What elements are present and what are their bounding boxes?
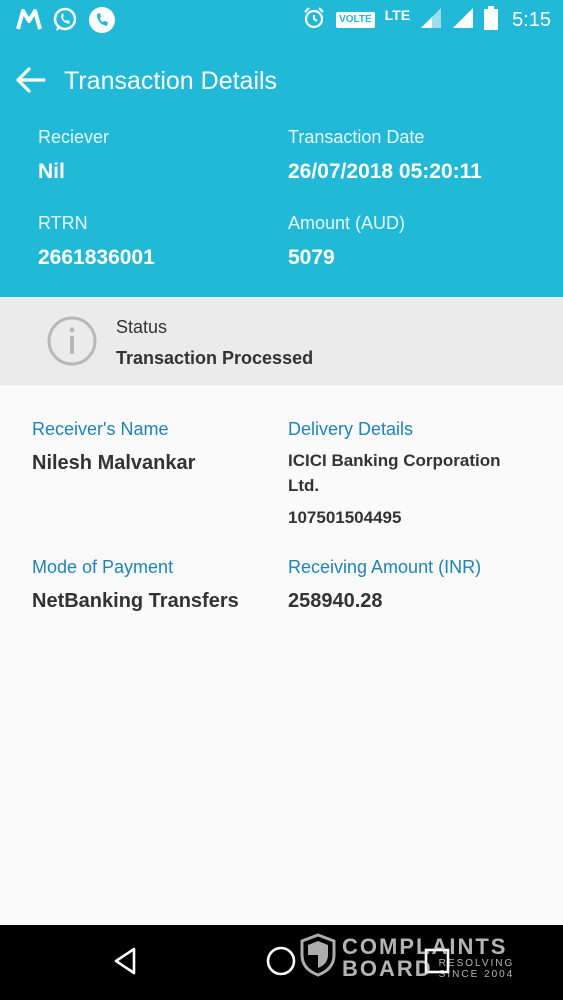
- phone-icon: [88, 6, 116, 39]
- receiver-name-label: Receiver's Name: [32, 419, 169, 439]
- lte-label: LTE: [384, 7, 411, 23]
- app-bar: Transaction Details: [0, 52, 563, 112]
- nav-home-icon: [265, 945, 297, 982]
- status-bar: VOLTE LTE 5:15: [0, 0, 563, 40]
- delivery-bank-line2: Ltd.: [288, 476, 320, 495]
- nav-back-icon: [110, 946, 140, 981]
- whatsapp-icon: [52, 7, 78, 38]
- system-icons: VOLTE LTE 5:15: [302, 5, 551, 35]
- status-panel: Status Transaction Processed: [0, 297, 563, 385]
- receiving-amount-label: Receiving Amount (INR): [288, 557, 482, 577]
- back-button[interactable]: [10, 62, 50, 102]
- volte-badge: VOLTE: [336, 12, 375, 28]
- gmail-m-icon: [16, 9, 42, 36]
- receiver-value: Nil: [38, 160, 65, 183]
- receiver-summary: Reciever Nil: [38, 127, 109, 184]
- transaction-date-value: 26/07/2018 05:20:11: [288, 160, 482, 183]
- rtrn-value: 2661836001: [38, 246, 155, 269]
- header: VOLTE LTE 5:15 Transaction Details Recie…: [0, 0, 563, 297]
- nav-back-button[interactable]: [105, 943, 145, 983]
- receiver-name-value: Nilesh Malvankar: [32, 452, 196, 474]
- info-icon: [46, 315, 98, 372]
- receiving-amount-value: 258940.28: [288, 590, 383, 612]
- clock: 5:15: [512, 8, 551, 31]
- amount-label: Amount (AUD): [288, 213, 406, 233]
- status-label: Status: [116, 317, 168, 337]
- amount-summary: Amount (AUD) 5079: [288, 213, 405, 270]
- receiver-label: Reciever: [38, 127, 110, 147]
- nav-home-button[interactable]: [261, 943, 301, 983]
- rtrn-summary: RTRN 2661836001: [38, 213, 155, 270]
- amount-value: 5079: [288, 246, 335, 269]
- watermark-tag1: RESOLVING: [438, 957, 515, 969]
- notification-icons: [16, 6, 116, 39]
- navigation-bar: COMPLAINTS BOARD RESOLVING SINCE 2004: [0, 925, 563, 1000]
- receiving-amount-field: Receiving Amount (INR) 258940.28: [288, 557, 481, 613]
- page-title: Transaction Details: [64, 67, 278, 95]
- transaction-date-summary: Transaction Date 26/07/2018 05:20:11: [288, 127, 482, 184]
- delivery-bank-line1: ICICI Banking Corporation: [288, 451, 501, 470]
- alarm-icon: [302, 6, 326, 35]
- watermark-tag2: SINCE 2004: [438, 968, 515, 980]
- signal-icon: [452, 7, 474, 34]
- delivery-details-field: Delivery Details ICICI Banking Corporati…: [288, 419, 538, 530]
- watermark-line2: BOARD: [342, 955, 433, 981]
- mode-of-payment-field: Mode of Payment NetBanking Transfers: [32, 557, 239, 613]
- watermark: COMPLAINTS BOARD RESOLVING SINCE 2004: [300, 933, 514, 982]
- battery-icon: [484, 5, 499, 35]
- mode-of-payment-value: NetBanking Transfers: [32, 590, 239, 612]
- status-value: Transaction Processed: [116, 348, 314, 368]
- watermark-line1: COMPLAINTS: [342, 933, 508, 959]
- receiver-name-field: Receiver's Name Nilesh Malvankar: [32, 419, 195, 475]
- transaction-date-label: Transaction Date: [288, 127, 425, 147]
- signal-icon: [420, 7, 442, 34]
- back-arrow-icon: [14, 66, 46, 99]
- rtrn-label: RTRN: [38, 213, 88, 233]
- mode-of-payment-label: Mode of Payment: [32, 557, 174, 577]
- delivery-details-label: Delivery Details: [288, 419, 414, 439]
- shield-logo-icon: [300, 933, 336, 982]
- delivery-account: 107501504495: [288, 508, 402, 527]
